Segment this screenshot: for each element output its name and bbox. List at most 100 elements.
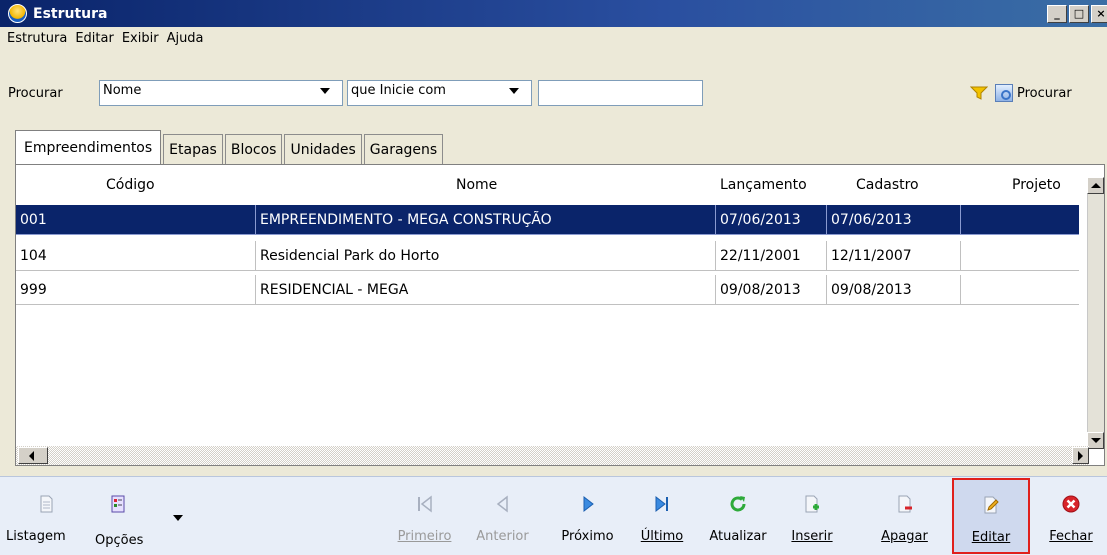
scroll-thumb[interactable] — [1087, 194, 1104, 432]
ultimo-label: Último — [640, 529, 684, 544]
table-row[interactable]: 001 EMPREENDIMENTO - MEGA CONSTRUÇÃO 07/… — [16, 205, 1079, 235]
inserir-label: Inserir — [791, 529, 833, 544]
column-lancamento[interactable]: Lançamento — [720, 177, 807, 193]
arrow-up-icon — [1091, 183, 1101, 188]
tab-garagens[interactable]: Garagens — [363, 134, 444, 164]
proximo-label: Próximo — [561, 529, 614, 544]
minimize-button[interactable]: _ — [1047, 5, 1067, 23]
estrutura-window: Estrutura _ □ × Estrutura Editar Exibir … — [0, 0, 1107, 555]
search-button-label: Procurar — [1017, 85, 1072, 101]
cell-projeto — [961, 241, 1079, 271]
chevron-down-icon — [320, 88, 330, 94]
table-row[interactable]: 999 RESIDENCIAL - MEGA 09/08/2013 09/08/… — [16, 275, 1079, 305]
tab-unidades[interactable]: Unidades — [284, 134, 362, 164]
apagar-label: Apagar — [881, 529, 928, 544]
apagar-button[interactable]: Apagar — [872, 477, 937, 555]
scroll-up-button[interactable] — [1087, 177, 1104, 194]
search-bar: Procurar Nome que Inicie com Procurar — [0, 80, 1107, 112]
inserir-button[interactable]: Inserir — [782, 477, 842, 555]
primeiro-button[interactable]: Primeiro — [392, 477, 457, 555]
ultimo-button[interactable]: Último — [632, 477, 692, 555]
menu-estrutura[interactable]: Estrutura — [7, 31, 67, 46]
last-record-icon — [655, 495, 668, 513]
tab-etapas[interactable]: Etapas — [163, 134, 223, 164]
cell-lancamento: 09/08/2013 — [716, 275, 827, 305]
menu-ajuda[interactable]: Ajuda — [167, 31, 204, 46]
search-mode-select[interactable]: que Inicie com — [347, 80, 532, 106]
grid-header: Código Nome Lançamento Cadastro Projeto — [16, 173, 1089, 203]
search-label: Procurar — [8, 86, 63, 101]
menu-bar: Estrutura Editar Exibir Ajuda — [0, 27, 1107, 49]
scroll-left-button[interactable] — [18, 447, 48, 464]
arrow-left-icon — [29, 451, 34, 461]
cell-codigo: 001 — [16, 205, 256, 235]
anterior-label: Anterior — [476, 529, 529, 544]
close-window-button[interactable]: × — [1091, 5, 1107, 23]
search-button[interactable]: Procurar — [995, 80, 1072, 106]
scroll-down-button[interactable] — [1087, 432, 1104, 449]
column-nome[interactable]: Nome — [456, 177, 497, 193]
editar-label: Editar — [971, 530, 1011, 545]
first-record-icon — [417, 495, 432, 513]
cell-codigo: 104 — [16, 241, 256, 271]
report-icon — [111, 495, 125, 513]
cell-lancamento: 07/06/2013 — [716, 205, 827, 235]
proximo-button[interactable]: Próximo — [550, 477, 625, 555]
vertical-scrollbar[interactable] — [1087, 177, 1104, 449]
insert-icon — [805, 495, 819, 513]
document-icon — [40, 495, 53, 513]
fechar-button[interactable]: Fechar — [1040, 477, 1102, 555]
close-icon — [1062, 495, 1080, 513]
listagem-button[interactable]: Listagem — [6, 477, 86, 555]
data-grid[interactable]: Código Nome Lançamento Cadastro Projeto … — [15, 164, 1105, 466]
cell-lancamento: 22/11/2001 — [716, 241, 827, 271]
next-record-icon — [583, 495, 594, 513]
horizontal-scrollbar[interactable] — [16, 446, 1089, 465]
title-bar[interactable]: Estrutura _ □ × — [0, 0, 1107, 27]
opcoes-button[interactable]: Opções — [95, 477, 183, 555]
cell-cadastro: 12/11/2007 — [827, 241, 961, 271]
tab-strip: Empreendimentos Etapas Blocos Unidades G… — [15, 128, 445, 164]
search-input[interactable] — [538, 80, 703, 106]
atualizar-label: Atualizar — [709, 529, 767, 544]
window-title: Estrutura — [33, 5, 108, 22]
dropdown-arrow-icon — [173, 515, 183, 521]
column-codigo[interactable]: Código — [106, 177, 155, 193]
tab-blocos[interactable]: Blocos — [224, 134, 283, 164]
menu-exibir[interactable]: Exibir — [122, 31, 159, 46]
anterior-button[interactable]: Anterior — [470, 477, 535, 555]
scroll-right-button[interactable] — [1072, 447, 1089, 464]
listagem-label: Listagem — [6, 529, 66, 544]
cell-cadastro: 07/06/2013 — [827, 205, 961, 235]
maximize-button[interactable]: □ — [1069, 5, 1089, 23]
previous-record-icon — [496, 495, 508, 513]
cell-nome: EMPREENDIMENTO - MEGA CONSTRUÇÃO — [256, 205, 716, 235]
cell-projeto — [961, 205, 1079, 235]
tab-empreendimentos[interactable]: Empreendimentos — [15, 130, 162, 164]
search-icon — [995, 84, 1013, 102]
cell-nome: RESIDENCIAL - MEGA — [256, 275, 716, 305]
arrow-down-icon — [1091, 438, 1101, 443]
edit-icon — [984, 496, 999, 514]
arrow-right-icon — [1078, 451, 1083, 461]
menu-editar[interactable]: Editar — [75, 31, 114, 46]
filter-icon[interactable] — [970, 86, 988, 100]
search-field-value: Nome — [103, 83, 142, 98]
window-controls: _ □ × — [1047, 5, 1107, 23]
search-field-select[interactable]: Nome — [99, 80, 343, 106]
column-projeto[interactable]: Projeto — [1012, 177, 1061, 193]
fechar-label: Fechar — [1049, 529, 1093, 544]
cell-nome: Residencial Park do Horto — [256, 241, 716, 271]
chevron-down-icon — [509, 88, 519, 94]
bottom-toolbar: Listagem Opções Primeiro Anterior Próxim… — [0, 476, 1107, 555]
app-icon — [8, 4, 27, 23]
column-cadastro[interactable]: Cadastro — [856, 177, 919, 193]
editar-button[interactable]: Editar — [952, 478, 1030, 554]
cell-projeto — [961, 275, 1079, 305]
search-mode-value: que Inicie com — [351, 83, 446, 98]
delete-icon — [898, 495, 912, 513]
cell-cadastro: 09/08/2013 — [827, 275, 961, 305]
atualizar-button[interactable]: Atualizar — [703, 477, 773, 555]
primeiro-label: Primeiro — [397, 529, 452, 544]
table-row[interactable]: 104 Residencial Park do Horto 22/11/2001… — [16, 241, 1079, 271]
